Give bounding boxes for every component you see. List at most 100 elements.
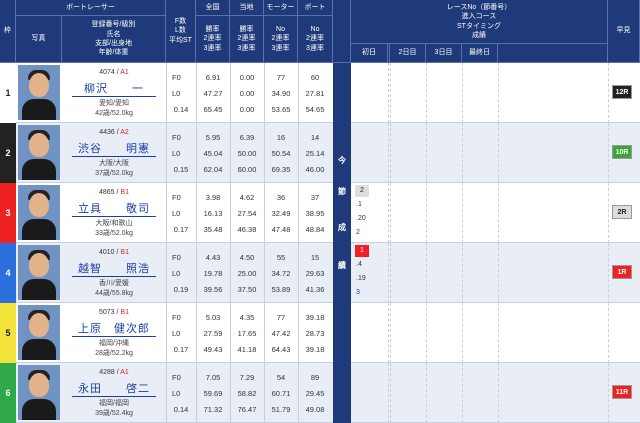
column-divider xyxy=(196,63,197,123)
racer-row: 3 4865 / B1 立具 敬司 大阪/和歌山 33歳/52.0kg F0 L… xyxy=(0,183,640,243)
motor-header: モーター xyxy=(264,0,298,16)
f-count: F0 xyxy=(172,373,181,382)
boat-stat-3: 48.84 xyxy=(305,225,325,234)
racer-info: 4010 / B1 越智 照浩 香川/愛媛 44歳/55.8kg xyxy=(62,243,166,303)
racer-reg: 4436 / A2 xyxy=(99,129,129,136)
boat-stat-2: 38.95 xyxy=(305,209,325,218)
motor-stat-2: 32.49 xyxy=(271,209,291,218)
zenso-race-button[interactable]: 1R xyxy=(612,265,632,279)
boat-stat-3: 49.08 xyxy=(305,405,325,414)
racer-name-link[interactable]: 立具 敬司 xyxy=(72,200,156,217)
series-grid-line xyxy=(462,123,463,183)
racer-info: 4865 / B1 立具 敬司 大阪/和歌山 33歳/52.0kg xyxy=(62,183,166,243)
series-grid-line xyxy=(498,63,499,123)
motor-stat-1: 36 xyxy=(276,193,286,202)
racer-photo xyxy=(18,65,60,120)
column-divider xyxy=(230,123,231,183)
f-l-st-header: F数 L数 平均ST xyxy=(166,0,196,63)
racer-info-header: 登録番号/級別 氏名 支部/出身地 年齢/体重 xyxy=(62,16,166,63)
racer-info: 4288 / A1 永田 啓二 福岡/福岡 39歳/52.4kg xyxy=(62,363,166,423)
column-divider xyxy=(196,303,197,363)
racer-branch: 福岡/沖縄 xyxy=(99,340,129,347)
zenso-race-button[interactable]: 12R xyxy=(612,85,632,99)
column-divider xyxy=(196,243,197,303)
column-divider xyxy=(196,123,197,183)
national-stat-2: 47.27 xyxy=(203,89,223,98)
racer-branch: 大阪/和歌山 xyxy=(95,220,133,227)
kon-setsu-label-1: 今 xyxy=(338,156,346,165)
f-count: F0 xyxy=(172,253,181,262)
racer-branch: 福岡/福岡 xyxy=(99,400,129,407)
national-stat-2: 59.69 xyxy=(203,389,223,398)
zenso-race-button[interactable]: 11R xyxy=(612,385,632,399)
result-link[interactable]: 3 xyxy=(356,289,360,296)
racer-age-weight: 44歳/55.8kg xyxy=(95,290,133,297)
racer-info: 5073 / B1 上原 健次郎 福岡/沖縄 28歳/52.2kg xyxy=(62,303,166,363)
column-divider xyxy=(166,123,167,183)
motor-stat-1: 16 xyxy=(276,133,286,142)
racer-reg: 5073 / B1 xyxy=(99,309,129,316)
national-rates-header: 勝率 2連率 3連率 xyxy=(196,16,230,63)
avg-st: 0.14 xyxy=(173,105,189,114)
series-grid-line xyxy=(498,303,499,363)
column-divider xyxy=(298,303,299,363)
national-stat-2: 45.04 xyxy=(203,149,223,158)
race-no-badge[interactable]: 2 xyxy=(355,185,369,197)
racer-class: B1 xyxy=(120,309,129,316)
reg-number: 4074 xyxy=(99,69,115,76)
series-grid-line xyxy=(608,303,609,363)
column-divider xyxy=(298,363,299,423)
st-entry: .20 xyxy=(356,215,366,222)
national-stat-3: 62.04 xyxy=(203,165,223,174)
reg-number: 5073 xyxy=(99,309,115,316)
series-grid-line xyxy=(462,183,463,243)
column-divider xyxy=(264,243,265,303)
reg-number: 4288 xyxy=(99,369,115,376)
column-divider xyxy=(264,183,265,243)
series-grid-line xyxy=(426,303,427,363)
reg-number: 4010 xyxy=(99,249,115,256)
boat-header: ボート xyxy=(298,0,333,16)
boat-stat-3: 41.36 xyxy=(305,285,325,294)
racer-photo xyxy=(18,245,60,300)
motor-stat-3: 51.79 xyxy=(271,405,291,414)
avg-st: 0.17 xyxy=(173,225,189,234)
boat-stat-2: 29.45 xyxy=(305,389,325,398)
series-grid-line xyxy=(426,183,427,243)
local-stat-1: 0.00 xyxy=(239,73,255,82)
kon-setsu-label-3: 成 xyxy=(338,223,346,232)
series-grid-line xyxy=(608,183,609,243)
column-divider xyxy=(264,303,265,363)
local-stat-3: 41.18 xyxy=(237,345,257,354)
lane-header: 枠 xyxy=(0,0,16,63)
racer-name-link[interactable]: 柳沢 一 xyxy=(72,80,156,97)
racer-name-link[interactable]: 永田 啓二 xyxy=(72,380,156,397)
racer-name-link[interactable]: 渋谷 明憲 xyxy=(72,140,156,157)
racer-row: 2 4436 / A2 渋谷 明憲 大阪/大阪 37歳/52.0kg F0 L0… xyxy=(0,123,640,183)
racer-name-link[interactable]: 上原 健次郎 xyxy=(72,320,156,337)
result-link[interactable]: 2 xyxy=(356,229,360,236)
series-grid-line xyxy=(390,63,391,123)
national-header: 全国 xyxy=(196,0,230,16)
boat-stat-1: 37 xyxy=(310,193,320,202)
column-divider xyxy=(166,63,167,123)
series-grid-line xyxy=(390,363,391,423)
l-count: L0 xyxy=(172,209,181,218)
local-stat-3: 37.50 xyxy=(237,285,257,294)
zenso-race-button[interactable]: 2R xyxy=(612,205,632,219)
local-stat-2: 25.00 xyxy=(237,269,257,278)
boat-stat-2: 29.63 xyxy=(305,269,325,278)
series-grid-line xyxy=(390,303,391,363)
avg-st: 0.15 xyxy=(173,165,189,174)
series-grid-line xyxy=(462,243,463,303)
series-grid-line xyxy=(426,363,427,423)
st-entry: .1 xyxy=(356,201,362,208)
racer-name-link[interactable]: 越智 照浩 xyxy=(72,260,156,277)
racer-photo xyxy=(18,185,60,240)
zenso-race-button[interactable]: 10R xyxy=(612,145,632,159)
series-grid-line xyxy=(498,123,499,183)
race-no-badge[interactable]: 1 xyxy=(355,245,369,257)
racer-class: B1 xyxy=(120,249,129,256)
series-grid-line xyxy=(462,363,463,423)
column-divider xyxy=(264,63,265,123)
